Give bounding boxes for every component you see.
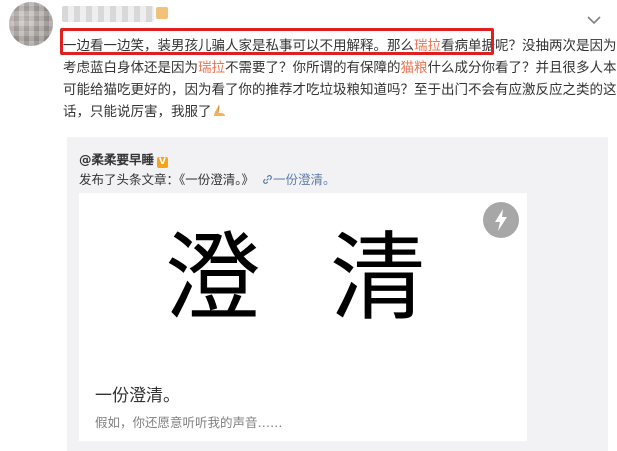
keyword-cat-food[interactable]: 猫粮 (401, 60, 428, 76)
author-name[interactable]: @柔柔要早睡 (79, 152, 154, 167)
article-desc: 假如，你还愿意听听我的声音…… (95, 415, 283, 430)
avatar-blur (9, 2, 53, 46)
link-icon (263, 175, 272, 184)
annotation-highlight-box (60, 28, 494, 55)
text-seg: 不需要了？你所谓的有保障的 (225, 60, 401, 76)
cover-title: 澄清 (164, 222, 496, 334)
verified-badge-icon: V (157, 157, 169, 168)
text-seg: 话，只能说厉害，我服了 (63, 104, 212, 120)
repost-container[interactable]: @柔柔要早睡 V 发布了头条文章：《一份澄清。》 一份澄清。 澄清 一份澄清。 假… (67, 137, 608, 451)
avatar[interactable] (9, 2, 53, 46)
chevron-down-icon[interactable] (587, 15, 601, 25)
username-blurred[interactable] (62, 6, 168, 22)
article-link[interactable]: 一份澄清。 (273, 172, 336, 187)
text-seg: 没抽两次是因为 (522, 38, 617, 54)
article-title[interactable]: 一份澄清。 (95, 381, 180, 406)
post-line-3: 可能给猫吃更好的，因为看了你的推荐才吃垃圾粮知道吗？至于出门不会有应激反应之类的… (63, 79, 617, 101)
post-line-4: 话，只能说厉害，我服了 (63, 101, 608, 123)
member-badge-icon (156, 7, 168, 19)
article-cover[interactable]: 澄清 (79, 193, 527, 365)
text-seg: 什么成分你看了？并且很多人本来 (427, 60, 617, 76)
original-author[interactable]: @柔柔要早睡 V (79, 149, 169, 168)
text-seg: 可能给猫吃更好的，因为看了你的推荐才吃垃圾粮知道吗？至于出门不会有应激反应之类的… (63, 82, 617, 98)
article-prefix: 发布了头条文章：《一份澄清。》 (79, 172, 255, 187)
lightning-icon (483, 202, 519, 238)
text-seg: 考虑蓝白身体还是因为 (63, 60, 198, 76)
article-card[interactable]: 澄清 一份澄清。 假如，你还愿意听听我的声音…… (79, 193, 527, 441)
pray-hands-emoji (213, 104, 225, 116)
post-line-2: 考虑蓝白身体还是因为瑞拉不需要了？你所谓的有保障的猫粮什么成分你看了？并且很多人… (63, 57, 617, 79)
article-line: 发布了头条文章：《一份澄清。》 一份澄清。 (79, 169, 336, 188)
mention-ruila[interactable]: 瑞拉 (198, 60, 225, 76)
